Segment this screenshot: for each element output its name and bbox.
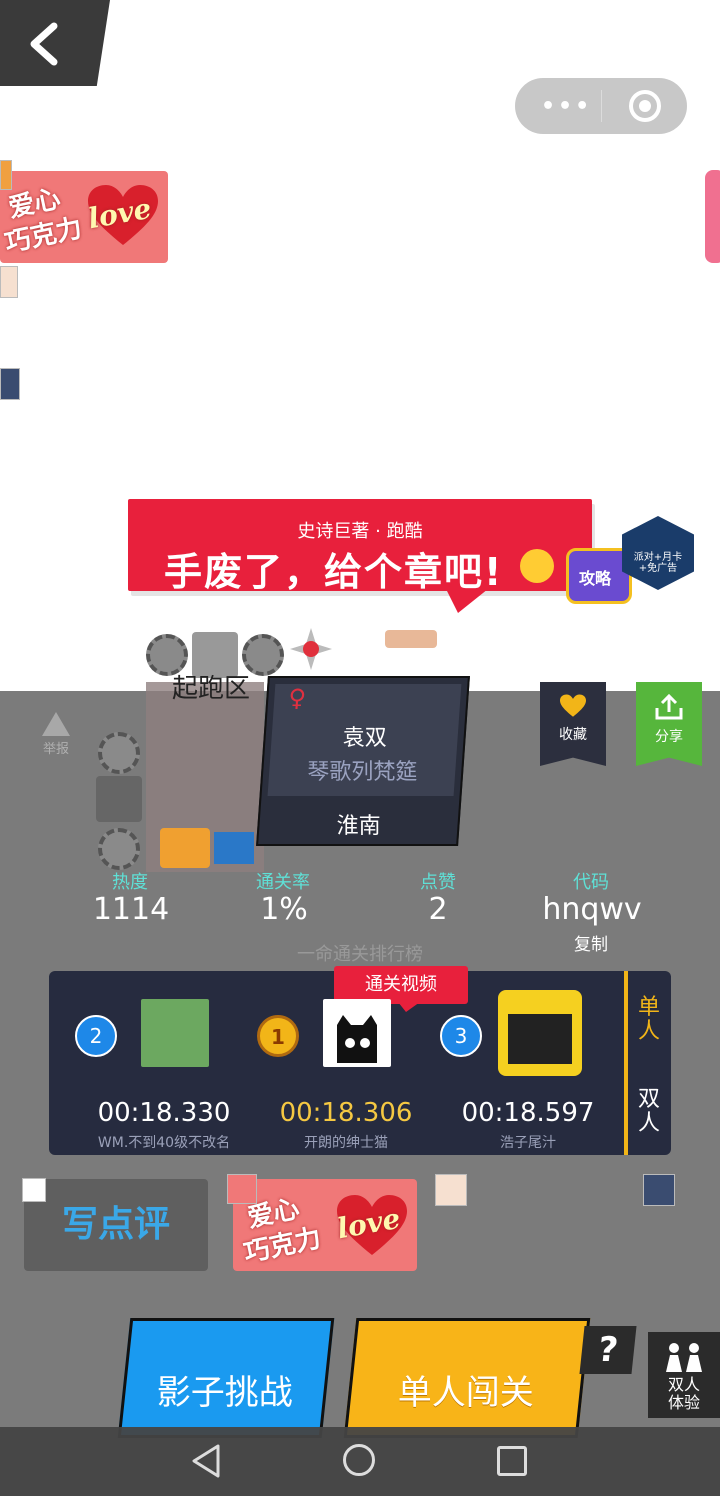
avatar-thumb	[643, 1174, 675, 1206]
side-pink-tab[interactable]	[705, 170, 720, 263]
love-chocolate-ad-bottom[interactable]: 爱心 巧克力 love	[233, 1179, 417, 1271]
solo-play-label: 单人闯关	[397, 1373, 534, 1413]
rank-badge-3: 3	[440, 1015, 482, 1057]
shuriken-icon	[290, 628, 332, 670]
jump-arrow-icon	[214, 832, 254, 864]
share-button[interactable]: 分享	[636, 682, 702, 766]
nav-home-icon[interactable]	[343, 1444, 375, 1476]
entry-time: 00:18.330	[97, 1098, 231, 1128]
more-menu-icon[interactable]: •••	[541, 94, 592, 119]
two-people-icon	[666, 1343, 702, 1372]
banner-title: 手废了，给个章吧!	[164, 550, 504, 594]
avatar-thumb	[0, 160, 12, 190]
tab-two-player[interactable]: 双人	[636, 1088, 662, 1136]
player-avatar[interactable]	[323, 999, 391, 1067]
shadow-challenge-button[interactable]: 影子挑战	[117, 1318, 335, 1438]
entry-name: WM.不到40级不改名	[97, 1135, 231, 1151]
avatar-thumb	[22, 1178, 46, 1202]
entry-name: 开朗的绅士猫	[304, 1135, 388, 1151]
black-cat-icon	[337, 1015, 377, 1063]
help-button[interactable]: ?	[579, 1326, 637, 1374]
nav-back-icon[interactable]	[190, 1444, 222, 1478]
share-icon	[655, 694, 683, 720]
avatar-thumb	[435, 1174, 467, 1206]
avatar-screen	[508, 1014, 572, 1064]
avatar-thumb	[0, 266, 18, 298]
promo-banner[interactable]: 史诗巨著 · 跑酷 手废了，给个章吧!	[128, 499, 592, 594]
player-avatar[interactable]	[141, 999, 209, 1067]
wood-plank	[385, 630, 437, 648]
player-character-icon	[160, 828, 210, 868]
tab-indicator	[624, 971, 628, 1155]
avatar-thumb	[227, 1174, 257, 1204]
duo-label-line1: 双人	[667, 1375, 700, 1394]
saw-gear-icon	[98, 732, 140, 774]
duo-label-line2: 体验	[667, 1393, 700, 1412]
author-name: 袁双	[342, 726, 387, 751]
stat-label-likes: 点赞	[420, 872, 456, 893]
back-button[interactable]	[0, 0, 110, 86]
stone-block	[96, 776, 142, 822]
author-title: 琴歌列梵筵	[307, 760, 418, 785]
tv-label: 攻略	[579, 569, 612, 588]
banner-tail	[446, 589, 488, 613]
start-zone-label: 起跑区	[172, 674, 251, 704]
player-avatar[interactable]	[498, 990, 582, 1076]
close-program-icon[interactable]	[629, 90, 661, 122]
crying-emoji-icon	[520, 549, 554, 583]
favorite-label: 收藏	[559, 727, 587, 743]
video-tag-tail	[398, 1002, 420, 1012]
avatar-thumb	[0, 368, 20, 400]
stat-label-code: 代码	[573, 872, 609, 893]
nav-recent-apps-icon[interactable]	[497, 1446, 527, 1476]
stat-value-likes: 2	[428, 892, 448, 927]
entry-time: 00:18.306	[279, 1098, 413, 1128]
stat-value-pass-rate: 1%	[260, 892, 308, 927]
shadow-challenge-label: 影子挑战	[156, 1373, 293, 1413]
write-review-button[interactable]: 写点评	[24, 1179, 208, 1271]
share-label: 分享	[655, 729, 683, 745]
stat-value-heat: 1114	[92, 892, 170, 927]
love-chocolate-ad-top[interactable]: 爱心 巧克力 love	[0, 171, 168, 263]
stat-label-heat: 热度	[112, 872, 148, 893]
entry-time: 00:18.597	[461, 1098, 595, 1128]
hex-label: 派对+月卡 +免广告	[633, 552, 683, 574]
duo-experience-button[interactable]: 双人 体验	[648, 1332, 720, 1418]
author-region: 淮南	[336, 814, 381, 839]
mini-program-capsule: •••	[515, 78, 687, 134]
tab-single-player[interactable]: 单人	[636, 996, 662, 1044]
rank-badge-1: 1	[257, 1015, 299, 1057]
stat-label-pass-rate: 通关率	[256, 872, 310, 893]
chevron-left-icon	[30, 22, 58, 66]
female-gender-icon: ♀	[287, 684, 307, 712]
report-button[interactable]: 举报	[36, 712, 76, 757]
author-card[interactable]: ♀ 袁双 琴歌列梵筵 淮南	[256, 676, 470, 846]
stat-value-code: hnqwv	[542, 892, 642, 927]
leaderboard-title: 一命通关排行榜	[297, 944, 423, 965]
favorite-button[interactable]: 收藏	[540, 682, 606, 766]
solo-play-button[interactable]: 单人闯关	[343, 1318, 591, 1438]
capsule-divider	[601, 90, 602, 122]
report-label: 举报	[42, 742, 69, 757]
warning-icon	[42, 712, 70, 736]
party-card-hex-badge[interactable]: 派对+月卡 +免广告	[622, 516, 694, 590]
copy-code-button[interactable]: 复制	[561, 930, 621, 955]
rank-badge-2: 2	[75, 1015, 117, 1057]
heart-icon	[560, 694, 586, 717]
saw-gear-icon	[98, 828, 140, 870]
banner-subtitle: 史诗巨著 · 跑酷	[297, 521, 423, 542]
entry-name: 浩子尾汁	[500, 1135, 556, 1151]
